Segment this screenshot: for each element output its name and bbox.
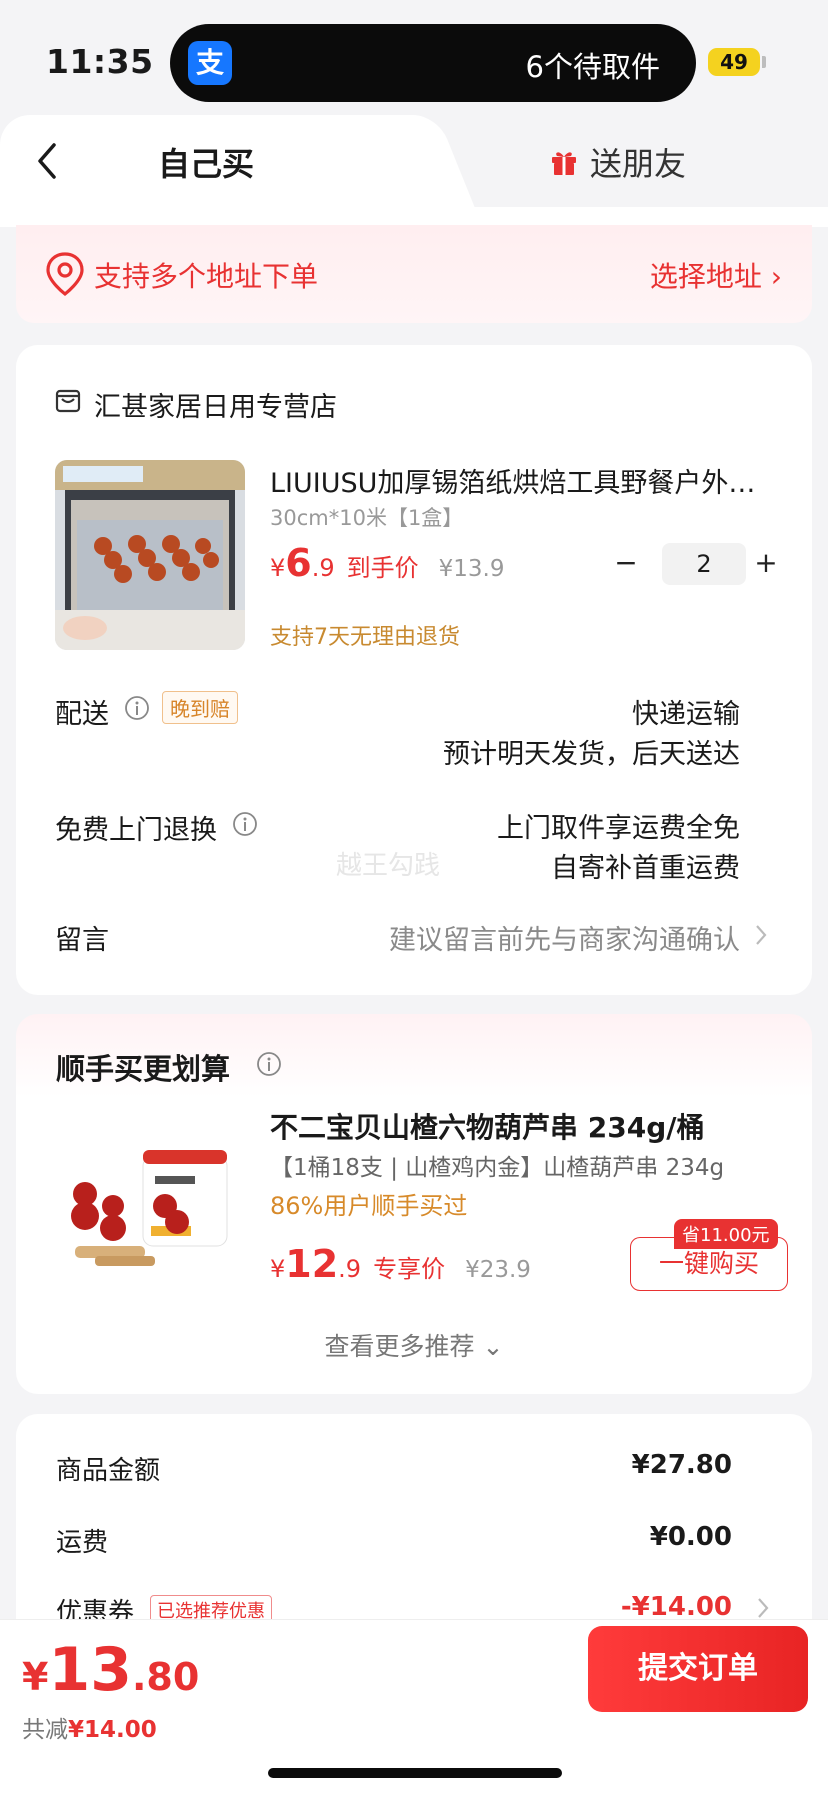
original-price: ¥23.9 [465,1257,531,1283]
gift-icon [552,152,576,175]
product-image[interactable] [55,460,245,650]
hawthorn-snack-image [55,1106,245,1296]
dynamic-island[interactable]: 支 6个待取件 [170,24,696,102]
pickup-notice: 6个待取件 [525,50,660,84]
freight-label: 运费 [56,1528,109,1558]
message-label: 留言 [55,925,109,956]
submit-order-button[interactable]: 提交订单 [588,1626,808,1712]
price-integer: 6 [285,541,312,585]
free-return-line1: 上门取件享运费全免 [497,813,740,844]
tab-bar: 自己买 送朋友 [0,115,828,207]
late-compensation-badge: 晚到赔 [162,691,238,724]
recommend-bought-rate: 86%用户顺手买过 [270,1192,468,1220]
back-arrow-icon[interactable] [34,141,62,181]
coupon-value[interactable]: -¥14.00 [621,1592,732,1622]
total-decimal: .80 [131,1655,200,1699]
price-label: 到手价 [346,554,419,582]
multi-address-banner[interactable]: 支持多个地址下单 选择地址 › [16,225,812,323]
delivery-eta: 预计明天发货，后天送达 [443,739,740,770]
battery-indicator: 49 [708,48,760,76]
goods-amount-value: ¥27.80 [631,1450,732,1480]
recommend-product-spec: 【1桶18支 | 山楂鸡内金】山楂葫芦串 234g [270,1155,725,1181]
recommend-card: 顺手买更划算 不二宝贝山楂六物葫芦串 234g/桶 【1桶18支 | 山楂鸡内金… [16,1014,812,1394]
watermark: 越王勾践 [336,851,441,881]
recommend-product-image[interactable] [55,1106,245,1296]
total-integer: 13 [48,1635,132,1705]
quantity-stepper: − 2 + [606,543,786,585]
status-bar: 11:35 支 6个待取件 49 [0,0,828,115]
goods-amount-label: 商品金额 [56,1456,161,1486]
battery-nub [762,56,766,68]
price-decimal: .9 [338,1255,362,1283]
alipay-icon: 支 [188,41,232,85]
tab-self-label[interactable]: 自己买 [158,139,254,185]
free-return-label: 免费上门退换 [55,815,217,846]
return-policy: 支持7天无理由退货 [270,625,460,650]
quantity-value[interactable]: 2 [662,543,746,585]
address-hint: 支持多个地址下单 [94,260,319,293]
total-discount: 共减¥14.00 [22,1717,157,1743]
more-recommendations-link[interactable]: 查看更多推荐 ⌄ [16,1327,812,1363]
tab-gift[interactable]: 送朋友 [550,139,686,185]
increase-button[interactable]: + [746,543,786,585]
original-price: ¥13.9 [438,556,505,582]
order-item-card: 汇甚家居日用专营店 LIUIUSU加厚锡箔纸烘焙工具野餐户外… 30cm*10米… [16,345,812,995]
recommend-product-name[interactable]: 不二宝贝山楂六物葫芦串 234g/桶 [270,1106,704,1146]
message-input[interactable]: 建议留言前先与商家沟通确认 [389,918,740,957]
recommend-title: 顺手买更划算 [56,1052,231,1086]
store-name[interactable]: 汇甚家居日用专营店 [94,385,337,424]
home-indicator[interactable] [268,1768,562,1778]
product-price: ¥ 6 .9 到手价 ¥13.9 [270,541,505,585]
total-price: ¥ 13 .80 [22,1635,200,1705]
tab-gift-label: 送朋友 [590,145,687,183]
recommend-price: ¥ 12 .9 专享价 ¥23.9 [270,1242,531,1286]
chevron-right-icon [758,1598,769,1618]
chevron-right-icon [756,925,767,945]
info-icon[interactable] [256,1051,282,1077]
save-badge: 省11.00元 [674,1219,778,1249]
delivery-method: 快递运输 [632,699,740,730]
delivery-label: 配送 [55,699,109,730]
freight-value: ¥0.00 [649,1522,732,1552]
store-icon [55,389,81,413]
location-pin-icon [46,252,84,297]
oven-skewers-image [55,460,245,650]
price-decimal: .9 [311,554,335,582]
select-address-link[interactable]: 选择地址 › [650,255,782,295]
clock: 11:35 [46,42,154,81]
free-return-line2: 自寄补首重运费 [551,853,740,884]
info-icon[interactable] [124,695,150,721]
info-icon[interactable] [232,811,258,837]
product-spec[interactable]: 30cm*10米【1盒】 [270,502,463,532]
checkout-bar: ¥ 13 .80 共减¥14.00 提交订单 [0,1619,828,1796]
decrease-button[interactable]: − [606,543,646,585]
price-integer: 12 [285,1242,339,1286]
product-title[interactable]: LIUIUSU加厚锡箔纸烘焙工具野餐户外… [270,461,780,500]
price-label: 专享价 [373,1255,446,1283]
